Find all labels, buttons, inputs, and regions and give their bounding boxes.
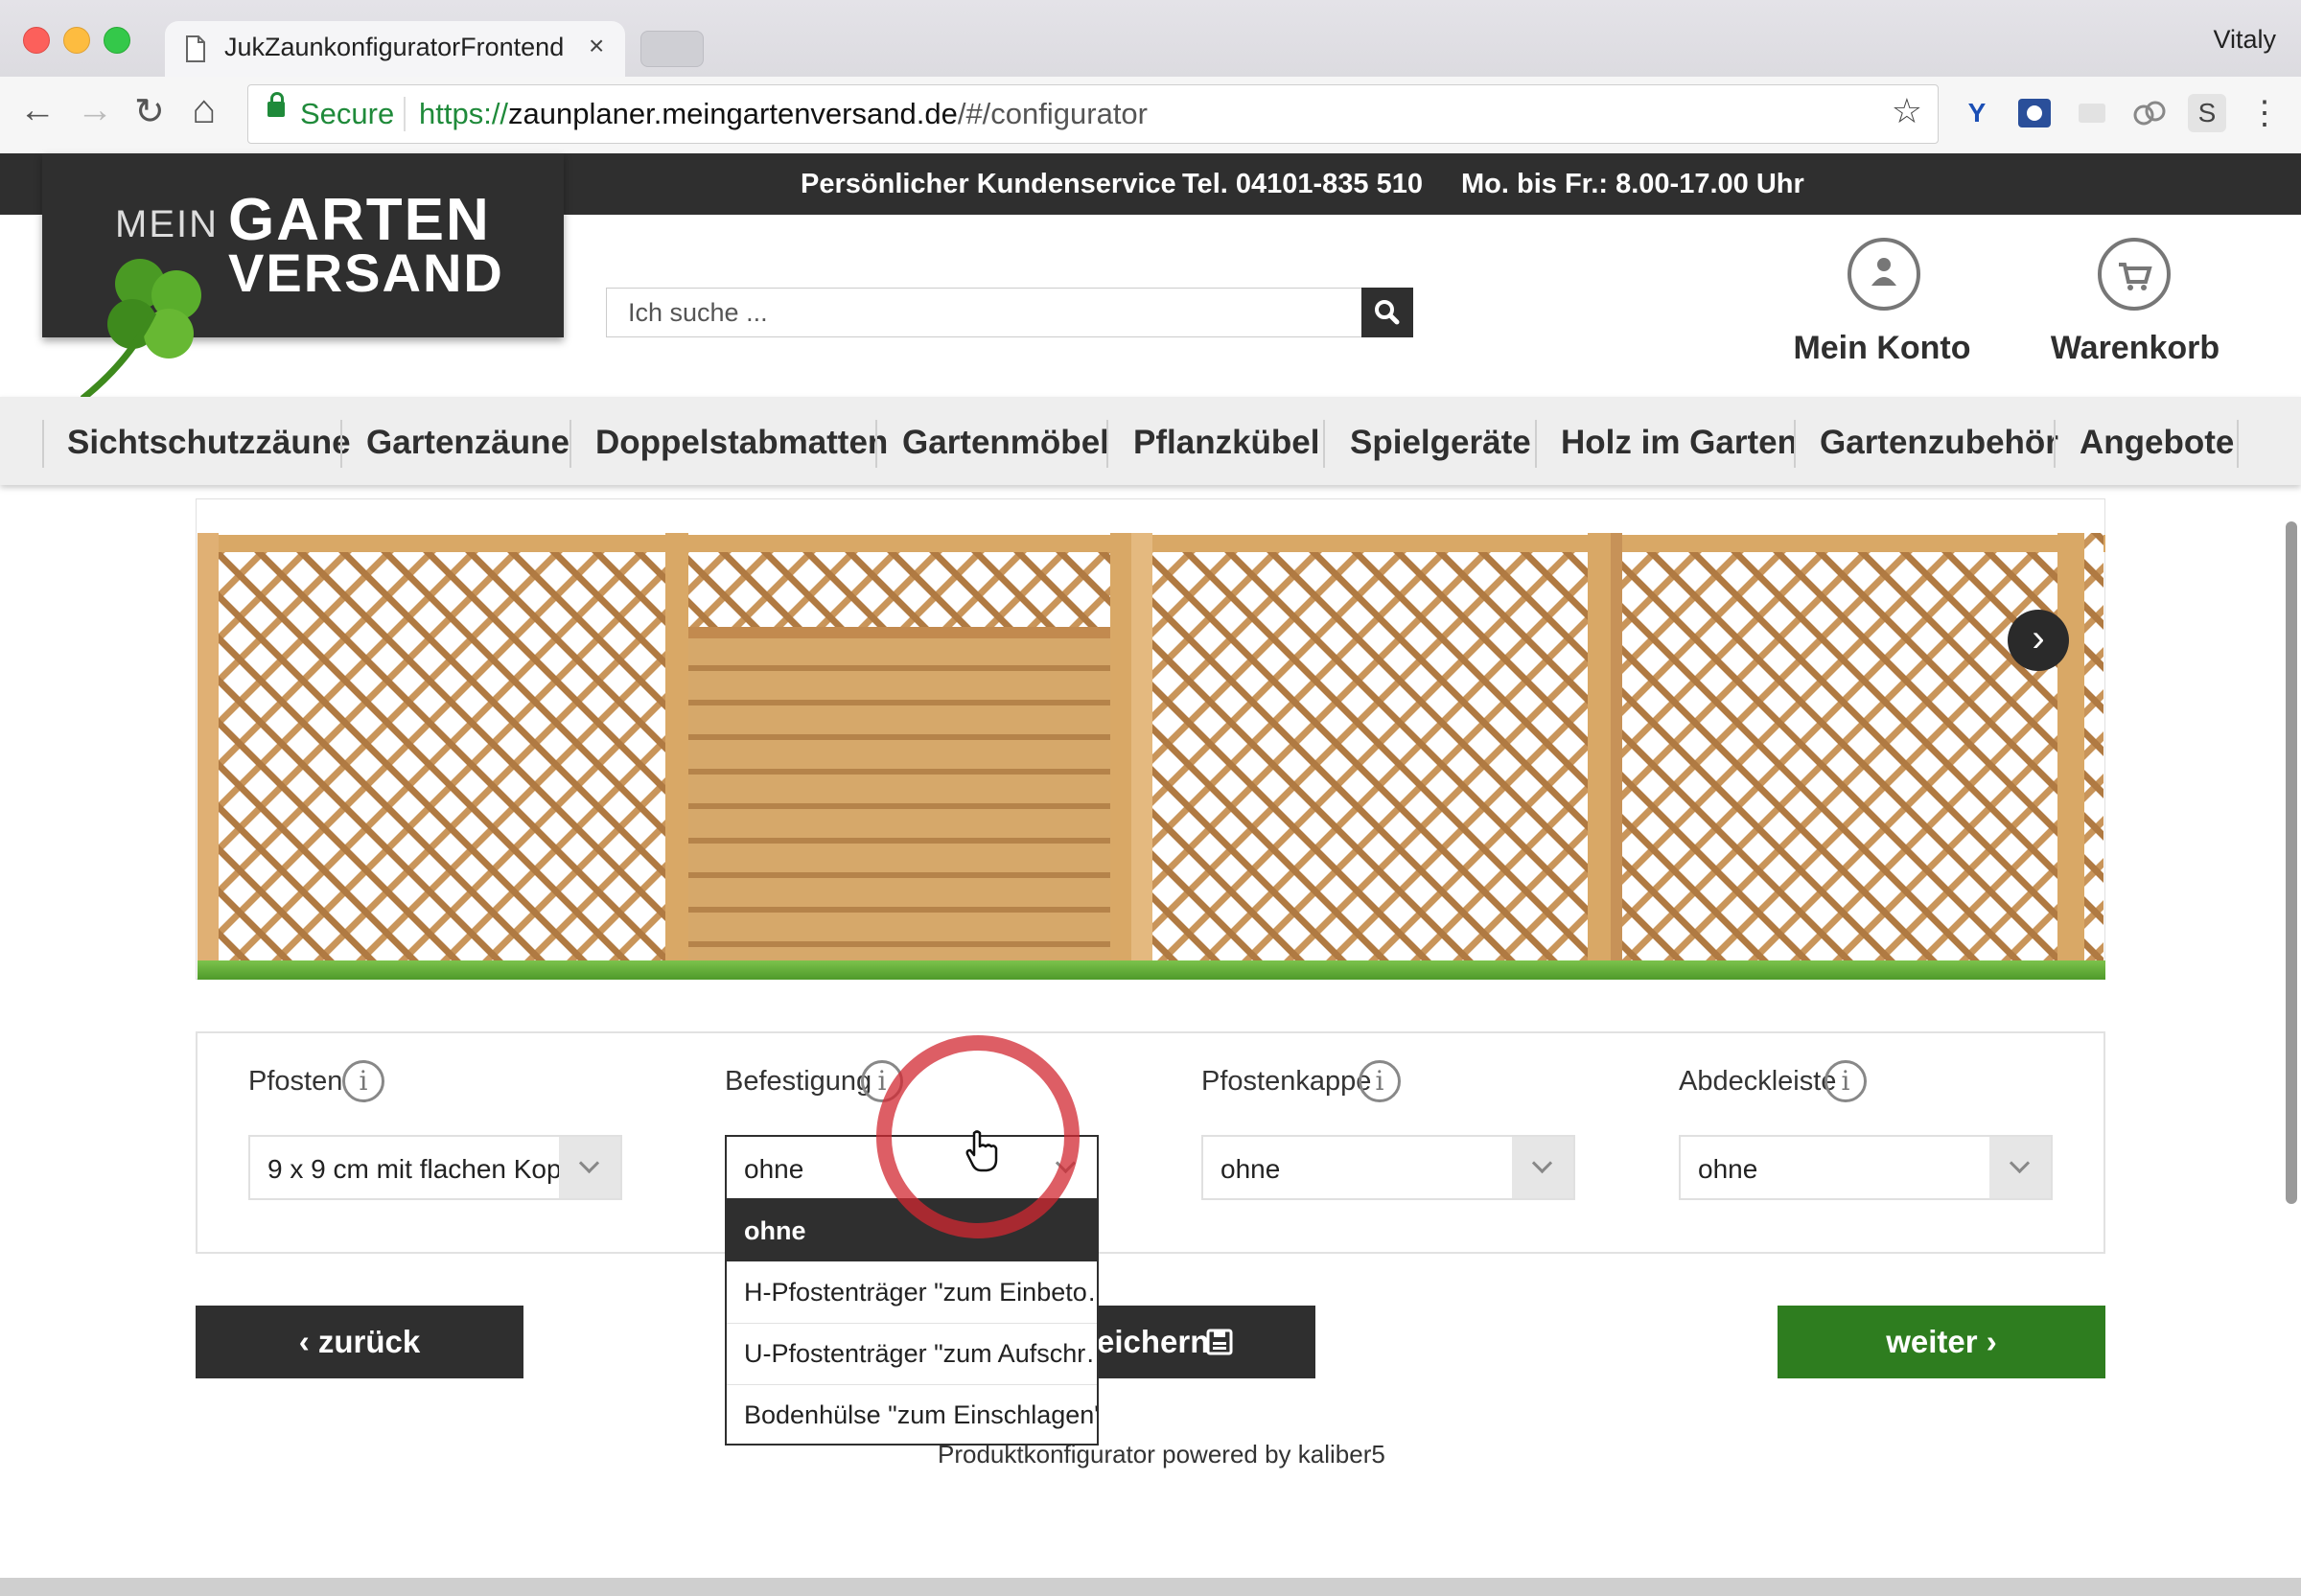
logo-mein: MEIN: [115, 203, 219, 245]
hours-text: Mo. bis Fr.: 8.00-17.00 Uhr: [1461, 169, 1804, 199]
cart-label[interactable]: Warenkorb: [2042, 330, 2228, 367]
nav-divider: [2237, 420, 2239, 468]
forward-arrow-icon[interactable]: →: [77, 90, 113, 131]
extension-cloud-icon[interactable]: [2130, 94, 2169, 132]
browser-menu-icon[interactable]: ⋮: [2245, 94, 2284, 132]
pfosten-label: Pfosten: [248, 1066, 343, 1097]
page-footer-strip: [0, 1578, 2301, 1596]
pfostenkappe-info-icon[interactable]: i: [1359, 1060, 1401, 1102]
home-icon[interactable]: ⌂: [192, 86, 216, 132]
chevron-left-icon: ‹: [298, 1324, 318, 1359]
extension-s-icon[interactable]: S: [2188, 94, 2226, 132]
nav-divider: [1794, 420, 1796, 468]
pfosten-select-value: 9 x 9 cm mit flachen Kopf: [267, 1154, 569, 1184]
cart-icon[interactable]: [2098, 238, 2171, 311]
carousel-next-button[interactable]: ›: [2008, 610, 2069, 671]
back-button-label: zurück: [317, 1324, 421, 1359]
fence-preview-image: [198, 533, 2105, 980]
pfostenkappe-select[interactable]: ohne: [1201, 1135, 1575, 1200]
nav-divider: [569, 420, 571, 468]
nav-item-holz-im-garten[interactable]: Holz im Garten: [1561, 424, 1798, 462]
chevron-down-icon: [559, 1137, 620, 1198]
search-box: [606, 288, 1413, 337]
abdeckleiste-select-value: ohne: [1698, 1154, 1758, 1184]
bookmark-star-icon[interactable]: ☆: [1892, 91, 1922, 131]
minimize-window-button[interactable]: [63, 27, 90, 54]
page-icon: [186, 35, 205, 62]
abdeckleiste-select[interactable]: ohne: [1679, 1135, 2053, 1200]
nav-divider: [1106, 420, 1108, 468]
nav-divider: [2054, 420, 2056, 468]
next-button[interactable]: weiter ›: [1778, 1306, 2105, 1378]
address-bar[interactable]: Secure https://zaunplaner.meingartenvers…: [247, 84, 1939, 144]
maximize-window-button[interactable]: [104, 27, 130, 54]
befestigung-label: Befestigung: [725, 1066, 872, 1097]
dropdown-option[interactable]: Bodenhülse "zum Einschlagen": [727, 1384, 1097, 1446]
nav-item-angebote[interactable]: Angebote: [2080, 424, 2234, 462]
befestigung-select-value: ohne: [744, 1154, 804, 1184]
address-separator: [404, 97, 406, 131]
reload-icon[interactable]: ↻: [134, 90, 165, 133]
hand-cursor-icon: [965, 1130, 998, 1172]
chevron-down-icon: [1512, 1137, 1573, 1198]
phone-text[interactable]: Tel. 04101-835 510: [1182, 169, 1423, 200]
nav-divider: [875, 420, 877, 468]
pfosten-info-icon[interactable]: i: [342, 1060, 384, 1102]
pfosten-select[interactable]: 9 x 9 cm mit flachen Kopf: [248, 1135, 622, 1200]
secure-label: Secure: [300, 97, 395, 130]
url-path: /#/configurator: [957, 97, 1148, 130]
nav-item-gartenzaeune[interactable]: Gartenzäune: [366, 424, 569, 462]
scrollbar-thumb[interactable]: [2286, 521, 2297, 1204]
new-tab-button[interactable]: [640, 31, 704, 67]
extension-grey-icon[interactable]: [2073, 94, 2111, 132]
pfostenkappe-label: Pfostenkappe: [1201, 1066, 1372, 1097]
tab-title: JukZaunkonfiguratorFrontend: [224, 33, 565, 61]
category-nav: Sichtschutzzäune Gartenzäune Doppelstabm…: [0, 397, 2301, 485]
browser-tab[interactable]: JukZaunkonfiguratorFrontend ×: [165, 21, 625, 77]
profile-name[interactable]: Vitaly: [2213, 25, 2276, 55]
nav-item-gartenmoebel[interactable]: Gartenmöbel: [902, 424, 1109, 462]
befestigung-dropdown-menu: ohne H-Pfostenträger "zum Einbeto… U-Pfo…: [725, 1198, 1099, 1446]
pfostenkappe-select-value: ohne: [1220, 1154, 1281, 1184]
account-icon[interactable]: [1848, 238, 1920, 311]
nav-divider: [1535, 420, 1537, 468]
chevron-down-icon: [1989, 1137, 2051, 1198]
search-input[interactable]: [607, 289, 1360, 336]
chevron-right-icon: ›: [1977, 1324, 1997, 1359]
tab-close-icon[interactable]: ×: [589, 31, 604, 61]
url-host: zaunplaner.meingartenversand.de: [508, 97, 958, 130]
url-scheme: https://: [419, 97, 509, 130]
abdeckleiste-info-icon[interactable]: i: [1825, 1060, 1867, 1102]
nav-item-sichtschutzzaeune[interactable]: Sichtschutzzäune: [67, 424, 351, 462]
nav-item-doppelstabmatten[interactable]: Doppelstabmatten: [595, 424, 888, 462]
dropdown-option[interactable]: U-Pfostenträger "zum Aufschr…: [727, 1323, 1097, 1384]
service-text: Persönlicher Kundenservice: [801, 169, 1176, 199]
extension-media-icon[interactable]: [2015, 94, 2054, 132]
abdeckleiste-label: Abdeckleiste: [1679, 1066, 1837, 1097]
search-icon: [1375, 300, 1400, 325]
save-disk-icon: [1206, 1329, 1233, 1355]
back-button[interactable]: ‹ zurück: [196, 1306, 523, 1378]
nav-divider: [1323, 420, 1325, 468]
search-button[interactable]: [1361, 288, 1413, 337]
clover-logo-icon: [80, 259, 201, 399]
lock-icon: [267, 92, 285, 117]
url-text[interactable]: https://zaunplaner.meingartenversand.de/…: [419, 97, 1148, 131]
next-button-label: weiter: [1886, 1324, 1978, 1359]
nav-divider: [340, 420, 342, 468]
nav-item-pflanzkuebel[interactable]: Pflanzkübel: [1133, 424, 1319, 462]
nav-item-spielgeraete[interactable]: Spielgeräte: [1350, 424, 1531, 462]
nav-item-gartenzubehoer[interactable]: Gartenzubehör: [1820, 424, 2058, 462]
close-window-button[interactable]: [23, 27, 50, 54]
back-arrow-icon[interactable]: ←: [19, 90, 56, 131]
logo-versand: VERSAND: [228, 243, 504, 303]
extension-y-icon[interactable]: Y: [1958, 94, 1996, 132]
dropdown-option[interactable]: H-Pfostenträger "zum Einbeto…: [727, 1261, 1097, 1323]
nav-divider: [42, 420, 44, 468]
account-label[interactable]: Mein Konto: [1791, 330, 1973, 367]
